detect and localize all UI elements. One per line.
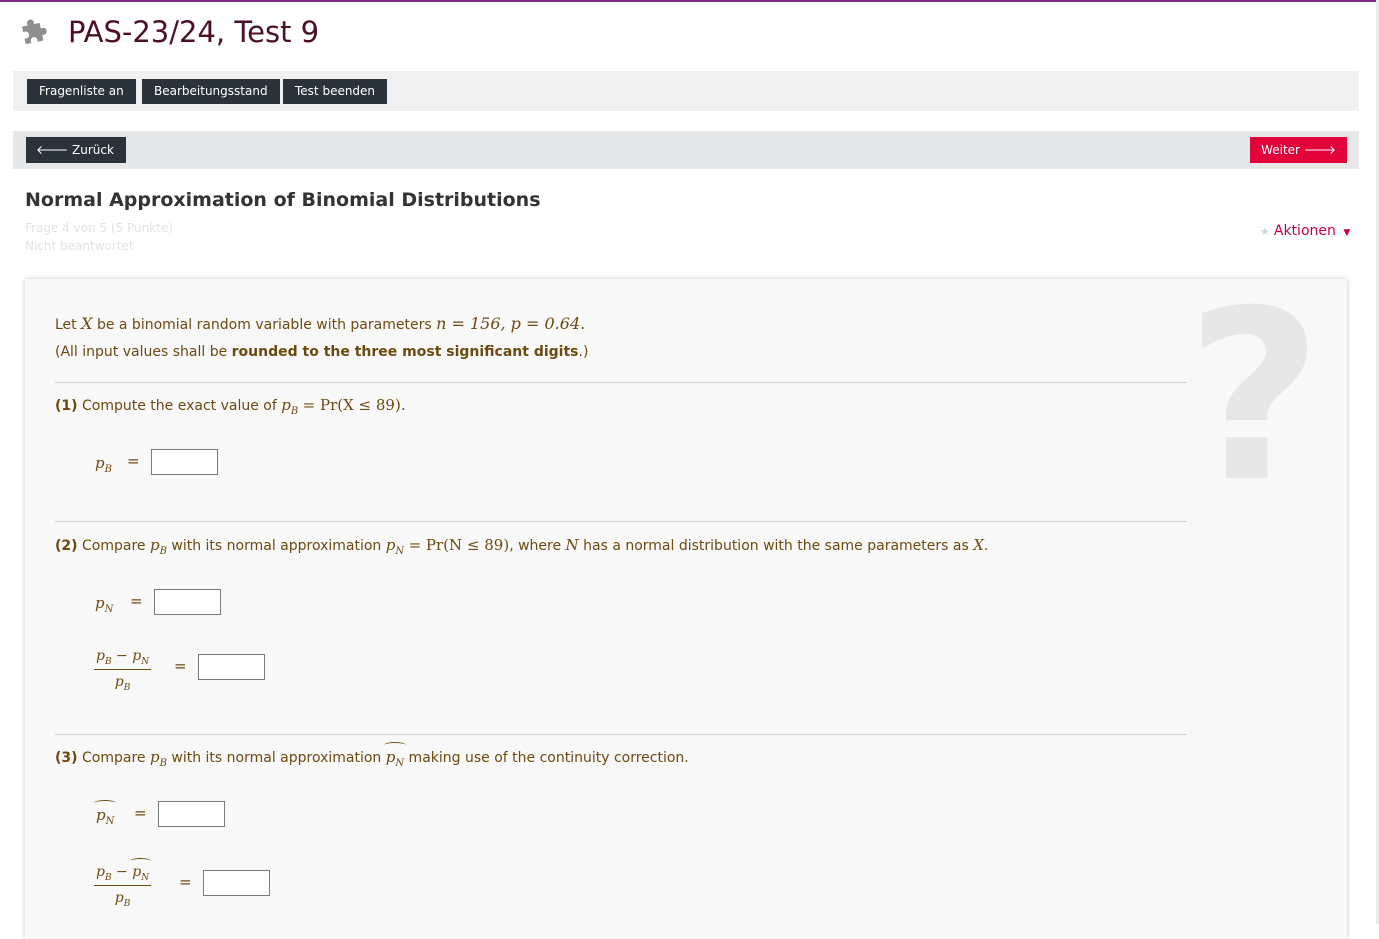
separator (55, 734, 1187, 735)
question-mark-icon: ? (1186, 261, 1323, 534)
back-button-label: Zurück (72, 143, 114, 157)
question-card (25, 279, 1347, 939)
actions-dropdown[interactable]: ★ Aktionen ▼ (1260, 223, 1350, 239)
caret-down-icon: ▼ (1343, 228, 1351, 238)
rounding-note: (All input values shall be rounded to th… (55, 344, 589, 360)
navigation-bar: 🡐 Zurück Weiter 🡒 (13, 131, 1359, 169)
star-icon[interactable]: ★ (1260, 225, 1270, 238)
pN-input[interactable] (154, 589, 221, 615)
intro-text: Let X be a binomial random variable with… (55, 314, 586, 333)
arrow-right-icon: 🡒 (1303, 143, 1336, 157)
pN-tilde-input[interactable] (158, 801, 225, 827)
part3-prompt: (3) Compare pB with its normal approxima… (55, 742, 689, 769)
equals-sign: = (130, 592, 143, 610)
next-button-label: Weiter (1261, 143, 1300, 157)
question-title: Normal Approximation of Binomial Distrib… (25, 189, 541, 211)
puzzle-icon (18, 13, 52, 51)
question-list-button[interactable]: Fragenliste an (27, 79, 136, 104)
actions-label: Aktionen (1273, 223, 1336, 239)
pN-label: pN (95, 594, 114, 615)
arrow-left-icon: 🡐 (36, 143, 69, 157)
relative-error-input[interactable] (198, 654, 265, 680)
top-accent-line (0, 0, 1379, 2)
separator (55, 382, 1187, 383)
test-toolbar: Fragenliste an Bearbeitungsstand Test be… (13, 71, 1359, 111)
equals-sign: = (174, 657, 187, 675)
equals-sign: = (134, 804, 147, 822)
part2-prompt: (2) Compare pB with its normal approxima… (55, 536, 989, 557)
part1-prompt: (1) Compute the exact value of pB = Pr(X… (55, 396, 406, 417)
question-status: Nicht beantwortet (25, 239, 134, 253)
page-title: PAS-23/24, Test 9 (68, 15, 320, 49)
pB-label: pB (95, 454, 112, 475)
pB-input[interactable] (151, 449, 218, 475)
relative-error-tilde-fraction: pB − pN pB (94, 858, 152, 909)
question-info: Frage 4 von 5 (5 Punkte) (25, 221, 173, 235)
relative-error-tilde-input[interactable] (203, 870, 270, 896)
equals-sign: = (127, 452, 140, 470)
progress-button[interactable]: Bearbeitungsstand (142, 79, 280, 104)
relative-error-fraction: pB − pN pB (94, 648, 152, 693)
finish-test-button[interactable]: Test beenden (283, 79, 388, 104)
separator (55, 521, 1187, 522)
equals-sign: = (179, 873, 192, 891)
back-button[interactable]: 🡐 Zurück (26, 137, 126, 163)
next-button[interactable]: Weiter 🡒 (1250, 137, 1347, 163)
pN-tilde-label: pN (93, 800, 117, 827)
page-header: PAS-23/24, Test 9 (18, 12, 319, 52)
